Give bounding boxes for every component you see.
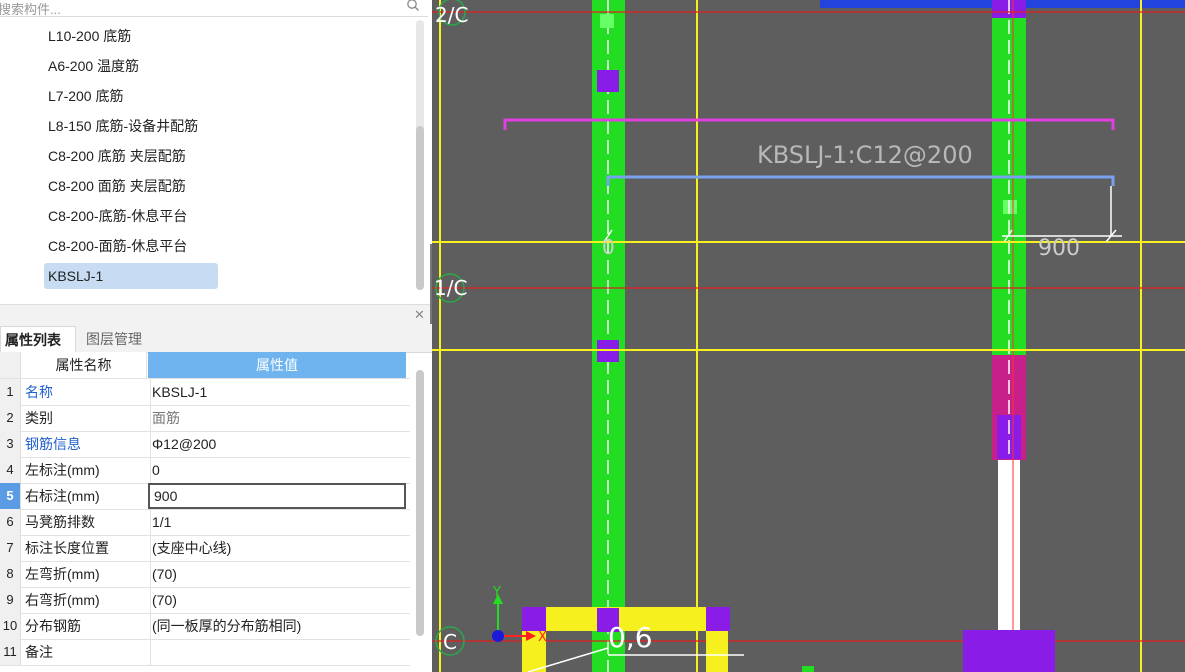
tree-item[interactable]: C8-200-面筋-休息平台 [44, 233, 191, 259]
property-name: 钢筋信息 [21, 431, 151, 457]
table-row[interactable]: 6 马凳筋排数 1/1 [0, 509, 410, 536]
right-dimension: 900 [1038, 236, 1080, 261]
search-input[interactable]: 搜索构件... [0, 0, 61, 18]
axis-label-2c: 2/C [435, 3, 468, 27]
property-value[interactable]: (支座中心线) [148, 535, 410, 561]
property-name: 备注 [21, 639, 151, 665]
property-value[interactable]: KBSLJ-1 [148, 379, 410, 405]
tree-item[interactable]: C8-200 面筋 夹层配筋 [44, 173, 190, 199]
property-name: 类别 [21, 405, 151, 431]
table-row[interactable]: 10 分布钢筋 (同一板厚的分布筋相同) [0, 613, 410, 640]
row-number [0, 352, 21, 378]
panel-divider: ✕ [0, 304, 432, 325]
row-number: 3 [0, 431, 21, 457]
component-search[interactable]: 搜索构件... [0, 0, 428, 17]
property-name: 分布钢筋 [21, 613, 151, 639]
property-value[interactable]: (同一板厚的分布筋相同) [148, 613, 410, 639]
property-name: 标注长度位置 [21, 535, 151, 561]
property-value[interactable]: 面筋 [148, 405, 410, 431]
row-number: 11 [0, 639, 21, 665]
table-row[interactable]: 2 类别 面筋 [0, 405, 410, 432]
property-value[interactable]: Φ12@200 [148, 431, 410, 457]
table-row[interactable]: 3 钢筋信息 Φ12@200 [0, 431, 410, 458]
rebar-line [606, 175, 1115, 186]
tree-item[interactable]: L10-200 底筋 [44, 23, 135, 49]
ucs-y-label: Y [492, 585, 501, 600]
row-number: 2 [0, 405, 21, 431]
tree-item[interactable]: A6-200 温度筋 [44, 53, 143, 79]
panel-tabs: 属性列表 图层管理 [0, 324, 432, 353]
cad-drawing[interactable]: KBSLJ-1:C12@200 0 900 2/C 1/C C 0,6 Y X [432, 0, 1185, 672]
column-base [963, 630, 1055, 672]
grid-header: 属性名称 属性值 [0, 352, 410, 379]
axis-label-c: C [443, 630, 457, 654]
drawing-canvas[interactable]: KBSLJ-1:C12@200 0 900 2/C 1/C C 0,6 Y X [432, 0, 1185, 672]
row-number: 8 [0, 561, 21, 587]
property-value[interactable]: (70) [148, 587, 410, 613]
tab-layers[interactable]: 图层管理 [82, 326, 146, 352]
tree-item[interactable]: C8-200 底筋 夹层配筋 [44, 143, 190, 169]
tree-item[interactable]: L8-150 底筋-设备井配筋 [44, 113, 202, 139]
grid-scrollbar[interactable] [416, 370, 424, 636]
grid-scrollbar-thumb[interactable] [416, 370, 424, 636]
ucs-origin [492, 630, 504, 642]
tree-item[interactable]: L7-200 底筋 [44, 83, 127, 109]
node-marker [802, 666, 814, 672]
column-marker [597, 70, 619, 92]
property-name: 右标注(mm) [21, 483, 151, 509]
property-value[interactable]: 0 [148, 457, 410, 483]
axis-label-1c: 1/C [434, 276, 467, 300]
property-value-input[interactable]: 900 [148, 483, 406, 509]
property-name: 左弯折(mm) [21, 561, 151, 587]
tab-properties[interactable]: 属性列表 [0, 326, 76, 353]
component-tree: L10-200 底筋 A6-200 温度筋 L7-200 底筋 L8-150 底… [0, 20, 414, 300]
property-name: 左标注(mm) [21, 457, 151, 483]
table-row[interactable]: 4 左标注(mm) 0 [0, 457, 410, 484]
property-name: 名称 [21, 379, 151, 405]
row-number: 6 [0, 509, 21, 535]
header-value: 属性值 [148, 352, 406, 378]
node-marker [1003, 200, 1017, 214]
tree-item-selected[interactable]: KBSLJ-1 [44, 263, 218, 289]
table-row[interactable]: 1 名称 KBSLJ-1 [0, 379, 410, 406]
table-row[interactable]: 8 左弯折(mm) (70) [0, 561, 410, 588]
row-number: 7 [0, 535, 21, 561]
column-marker [522, 607, 546, 631]
rebar-label: KBSLJ-1:C12@200 [757, 141, 973, 169]
property-name: 马凳筋排数 [21, 509, 151, 535]
row-number: 4 [0, 457, 21, 483]
property-value[interactable] [148, 639, 410, 665]
tree-scrollbar-thumb[interactable] [416, 126, 424, 290]
table-row[interactable]: 7 标注长度位置 (支座中心线) [0, 535, 410, 562]
header-name: 属性名称 [21, 352, 147, 378]
tree-item[interactable]: C8-200-底筋-休息平台 [44, 203, 191, 229]
tree-scrollbar[interactable] [416, 20, 424, 290]
search-icon[interactable] [406, 0, 420, 12]
row-number: 1 [0, 379, 21, 405]
property-value[interactable]: 1/1 [148, 509, 410, 535]
coordinate-text: 0,6 [608, 621, 653, 654]
left-panel: 搜索构件... L10-200 底筋 A6-200 温度筋 L7-200 底筋 … [0, 0, 432, 672]
row-number: 5 [0, 483, 21, 509]
left-dimension: 0 [602, 235, 615, 259]
property-name: 右弯折(mm) [21, 587, 151, 613]
column-marker [706, 607, 730, 631]
node-marker [600, 14, 614, 28]
ucs-x-label: X [538, 630, 547, 645]
table-row[interactable]: 9 右弯折(mm) (70) [0, 587, 410, 614]
property-value[interactable]: (70) [148, 561, 410, 587]
row-number: 10 [0, 613, 21, 639]
close-icon[interactable]: ✕ [414, 307, 425, 323]
table-row[interactable]: 11 备注 [0, 639, 410, 666]
table-row-active[interactable]: 5 右标注(mm) 900 [0, 483, 410, 510]
row-number: 9 [0, 587, 21, 613]
